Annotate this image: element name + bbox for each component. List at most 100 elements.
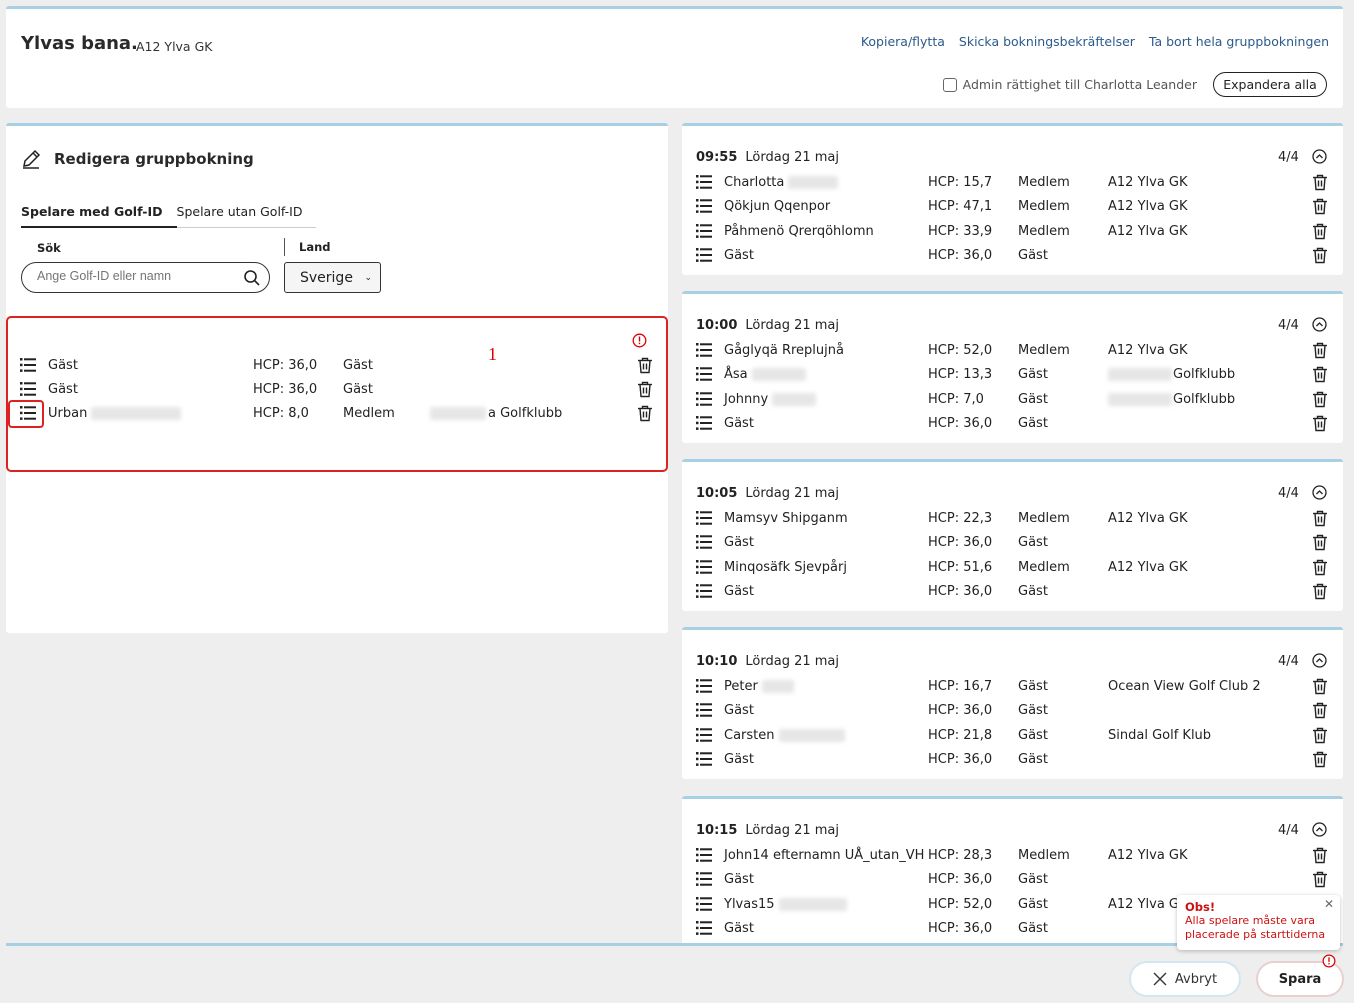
list-icon[interactable]: [696, 678, 712, 698]
table-row[interactable]: Minqosäfk Sjevpårj HCP: 51,6 Medlem A12 Ylv…: [696, 558, 1336, 578]
trash-icon[interactable]: [637, 405, 653, 422]
list-icon[interactable]: [696, 871, 712, 891]
trash-icon[interactable]: [1312, 510, 1328, 531]
list-icon[interactable]: [696, 896, 712, 916]
player-name: Gäst: [724, 247, 754, 263]
list-icon[interactable]: [696, 223, 712, 243]
table-row[interactable]: Gäst HCP: 36,0 Gäst: [696, 414, 1336, 434]
player-club: A12 Ylva GK: [1108, 223, 1188, 239]
search-input[interactable]: [37, 269, 227, 283]
delete-group-booking-link[interactable]: Ta bort hela gruppbokningen: [1149, 34, 1329, 49]
list-icon[interactable]: [696, 510, 712, 530]
admin-rights-toggle[interactable]: Admin rättighet till Charlotta Leander: [942, 77, 1197, 92]
expand-all-button[interactable]: Expandera alla: [1213, 72, 1327, 97]
trash-icon[interactable]: [1312, 534, 1328, 555]
list-item[interactable]: Urban HCP: 8,0 Medlem a Golfklubb: [20, 404, 660, 424]
list-icon[interactable]: [696, 751, 712, 771]
tee-time: 09:55: [696, 150, 738, 165]
list-icon[interactable]: [696, 415, 712, 435]
tee-time-header: 10:00 Lördag 21 maj: [696, 318, 839, 333]
list-icon[interactable]: [696, 534, 712, 554]
table-row[interactable]: Charlotta HCP: 15,7 Medlem A12 Ylva GK: [696, 173, 1336, 193]
trash-icon[interactable]: [1312, 847, 1328, 868]
player-hcp: HCP: 36,0: [928, 535, 993, 551]
trash-icon[interactable]: [637, 357, 653, 374]
list-icon[interactable]: [696, 198, 712, 218]
country-select[interactable]: Sverige ⌄: [284, 262, 381, 293]
edit-group-booking-panel: Redigera gruppbokning Spelare med Golf-I…: [6, 123, 668, 633]
table-row[interactable]: Qökjun Qqenpor HCP: 47,1 Medlem A12 Ylva GK: [696, 197, 1336, 217]
list-icon[interactable]: [696, 247, 712, 267]
trash-icon[interactable]: [1312, 174, 1328, 195]
trash-icon[interactable]: [1312, 727, 1328, 748]
chevron-up-icon[interactable]: [1312, 653, 1327, 672]
redacted-text: [788, 176, 839, 189]
search-icon[interactable]: [243, 269, 261, 287]
list-icon[interactable]: [696, 702, 712, 722]
list-icon[interactable]: [696, 583, 712, 603]
player-name: Charlotta: [724, 175, 839, 190]
trash-icon[interactable]: [1312, 342, 1328, 363]
table-row[interactable]: Åsa HCP: 13,3 Gäst Golfklubb: [696, 365, 1336, 385]
trash-icon[interactable]: [1312, 559, 1328, 580]
list-item[interactable]: Gäst HCP: 36,0 Gäst: [20, 356, 660, 376]
player-hcp: HCP: 52,0: [928, 343, 993, 358]
table-row[interactable]: Gäst HCP: 36,0 Gäst: [696, 870, 1336, 890]
list-icon[interactable]: [696, 559, 712, 579]
trash-icon[interactable]: [1312, 583, 1328, 604]
list-icon[interactable]: [696, 174, 712, 194]
table-row[interactable]: Gäst HCP: 36,0 Gäst: [696, 246, 1336, 266]
table-row[interactable]: Johnny HCP: 7,0 Gäst Golfklubb: [696, 390, 1336, 410]
table-row[interactable]: Peter HCP: 16,7 Gäst Ocean View Golf Club 2: [696, 677, 1336, 697]
trash-icon[interactable]: [637, 381, 653, 398]
list-icon[interactable]: [696, 391, 712, 411]
close-icon[interactable]: ✕: [1324, 897, 1334, 911]
search-box[interactable]: [21, 262, 270, 293]
trash-icon[interactable]: [1312, 366, 1328, 387]
list-icon[interactable]: [696, 366, 712, 386]
trash-icon[interactable]: [1312, 198, 1328, 219]
list-icon[interactable]: [696, 847, 712, 867]
trash-icon[interactable]: [1312, 751, 1328, 772]
list-item[interactable]: Gäst HCP: 36,0 Gäst: [20, 380, 660, 400]
copy-move-link[interactable]: Kopiera/flytta: [861, 34, 945, 49]
tee-time-card: 10:00 Lördag 21 maj 4/4 Gåglyqä Rreplujnå HC…: [682, 291, 1343, 443]
player-name: Gäst: [724, 535, 754, 551]
tab-without-golf-id[interactable]: Spelare utan Golf-ID: [176, 204, 317, 228]
tab-with-golf-id[interactable]: Spelare med Golf-ID: [21, 204, 177, 228]
list-icon[interactable]: [20, 357, 36, 373]
table-row[interactable]: Påhmenö Qrerqöhlomn HCP: 33,9 Medlem A12 Yl…: [696, 222, 1336, 242]
cancel-button[interactable]: Avbryt: [1131, 963, 1239, 995]
cancel-label: Avbryt: [1174, 971, 1218, 987]
tee-time-card: 10:05 Lördag 21 maj 4/4 Mamsyv Shipganm HCP:…: [682, 459, 1343, 611]
chevron-up-icon[interactable]: [1312, 485, 1327, 504]
table-row[interactable]: Carsten HCP: 21,8 Gäst Sindal Golf Klub: [696, 726, 1336, 746]
send-confirmations-link[interactable]: Skicka bokningsbekräftelser: [959, 34, 1135, 49]
trash-icon[interactable]: [1312, 871, 1328, 892]
trash-icon[interactable]: [1312, 415, 1328, 436]
player-name: Qökjun Qqenpor: [724, 199, 831, 215]
chevron-up-icon[interactable]: [1312, 822, 1327, 841]
table-row[interactable]: Gäst HCP: 36,0 Gäst: [696, 533, 1336, 553]
admin-rights-checkbox[interactable]: [942, 77, 957, 92]
trash-icon[interactable]: [1312, 678, 1328, 699]
list-icon[interactable]: [696, 342, 712, 362]
trash-icon[interactable]: [1312, 391, 1328, 412]
chevron-up-icon[interactable]: [1312, 149, 1327, 168]
close-icon: [1153, 972, 1167, 986]
trash-icon[interactable]: [1312, 702, 1328, 723]
list-icon[interactable]: [20, 381, 36, 397]
chevron-up-icon[interactable]: [1312, 317, 1327, 336]
table-row[interactable]: Gäst HCP: 36,0 Gäst: [696, 582, 1336, 602]
list-icon[interactable]: [696, 727, 712, 747]
table-row[interactable]: Mamsyv Shipganm HCP: 22,3 Medlem A12 Ylva G…: [696, 509, 1336, 529]
list-icon[interactable]: [696, 920, 712, 940]
table-row[interactable]: John14 efternamn UÅ_utan_VH HCP: 28,3 Medl…: [696, 846, 1336, 866]
table-row[interactable]: Gäst HCP: 36,0 Gäst: [696, 750, 1336, 770]
player-type: Medlem: [1018, 199, 1070, 215]
trash-icon[interactable]: [1312, 223, 1328, 244]
player-count: 4/4: [1278, 654, 1299, 669]
table-row[interactable]: Gåglyqä Rreplujnå HCP: 52,0 Medlem A12 Ylva…: [696, 341, 1336, 361]
trash-icon[interactable]: [1312, 247, 1328, 268]
table-row[interactable]: Gäst HCP: 36,0 Gäst: [696, 701, 1336, 721]
